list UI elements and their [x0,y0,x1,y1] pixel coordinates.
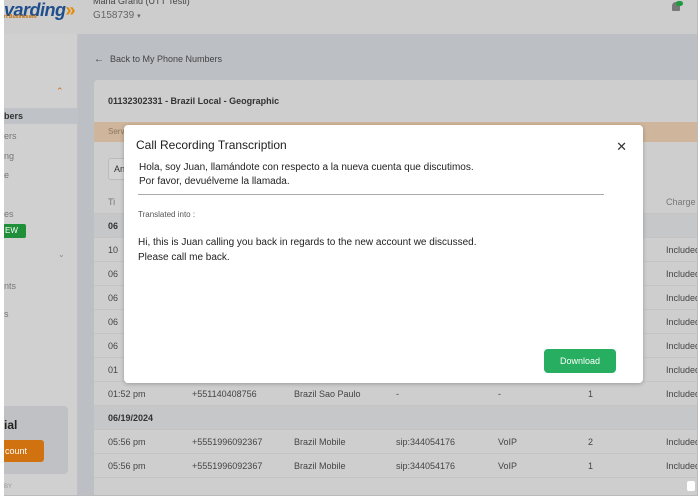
table-cell: 06 [108,293,119,303]
table-cell: VoIP [498,437,518,447]
table-cell: Included [666,461,698,471]
divider [138,194,604,195]
column-header: Ti [108,197,116,207]
back-link[interactable]: ← Back to My Phone Numbers [94,54,222,65]
table-cell: sip:344054176 [396,437,456,447]
sidebar: ⌃ bers ers ng e es EW ⌄ nts s ial count … [4,34,78,495]
table-cell: 01:52 pm [108,389,146,399]
table-cell: 05:56 pm [108,437,146,447]
translated-label: Translated into : [138,210,196,219]
number-title: 01132302331 - Brazil Local - Geographic [108,96,280,106]
column-header: Charge [666,197,696,207]
sidebar-item-numbers[interactable]: bers [4,108,78,124]
table-row[interactable]: 01:52 pm +551140408756 Brazil Sao Paulo - - 1… [94,382,698,406]
table-row[interactable]: 05:56 pm +5551996092367 Brazil Mobile sip:3… [94,454,698,478]
account-switcher[interactable]: G158739 ▾ [93,10,141,21]
scrollbar-thumb[interactable] [687,481,695,491]
table-cell: 06 [108,341,119,351]
table-cell: - [396,389,399,399]
notice-text: Serv [108,127,125,136]
chevron-down-icon[interactable]: ⌄ [58,250,65,259]
table-cell: Brazil Mobile [294,437,346,447]
table-cell: Included [666,317,698,327]
table-cell: Included [666,437,698,447]
table-cell: +5551996092367 [192,461,263,471]
table-cell: Brazil Sao Paulo [294,389,361,399]
powered-by: BY [4,484,13,490]
translated-transcript: Hi, this is Juan calling you back in reg… [138,235,477,265]
transcription-modal: Call Recording Transcription ✕ Hola, soy… [124,125,643,383]
back-link-label: Back to My Phone Numbers [110,54,223,64]
table-cell: Brazil Mobile [294,461,346,471]
table-cell: Included [666,293,698,303]
table-cell: 1 [588,461,594,471]
account-name: Maria Grand (UTT Testi) [93,0,190,6]
sidebar-item-5[interactable]: es [4,206,78,222]
date-group-row[interactable]: 06/19/2024 [94,406,697,430]
table-row[interactable]: 05:56 pm +5551996092367 Brazil Mobile sip:3… [94,430,698,454]
logo-chevrons-icon: » [65,0,76,20]
notifications-bell-icon[interactable] [672,1,683,12]
trial-title: ial [4,418,18,432]
notification-dot [676,1,683,6]
logo[interactable]: varding» [4,0,76,24]
logo-tagline: rt Businesses [4,14,37,20]
new-badge: EW [4,224,26,238]
sidebar-item-3[interactable]: ng [4,148,78,164]
table-cell: Included [666,341,698,351]
table-cell: Included [666,365,698,375]
table-cell: VoIP [498,461,518,471]
arrow-left-icon: ← [94,54,104,65]
table-cell: 06 [108,317,119,327]
account-id: G158739 [93,10,135,21]
top-bar: varding» rt Businesses Maria Grand (UTT … [4,0,697,34]
sidebar-item-7[interactable]: s [4,306,78,322]
table-cell: sip:344054176 [396,461,456,471]
table-cell: Included [666,245,698,255]
sidebar-item-4[interactable]: e [4,167,78,183]
table-cell: 06 [108,269,119,279]
original-line: Hola, soy Juan, llamándote con respecto … [139,162,474,173]
upgrade-account-button[interactable]: count [4,440,44,462]
trial-card: ial count [4,406,68,474]
table-cell: 2 [588,437,594,447]
original-transcript: Hola, soy Juan, llamándote con respecto … [139,161,474,189]
close-icon[interactable]: ✕ [616,140,627,153]
original-line: Por favor, devuélveme la llamada. [139,176,290,187]
table-cell: +551140408756 [192,389,257,399]
sidebar-item-6[interactable]: nts [4,278,78,294]
translated-line: Hi, this is Juan calling you back in reg… [138,237,477,248]
table-cell: 06/19/2024 [108,413,154,423]
table-cell: Included [666,389,698,399]
modal-title: Call Recording Transcription [136,138,287,152]
sidebar-item-2[interactable]: ers [4,128,78,144]
table-cell: +5551996092367 [192,437,263,447]
table-cell: 06 [108,221,119,231]
table-cell: Included [666,269,698,279]
translated-line: Please call me back. [138,252,230,263]
table-cell: - [498,389,501,399]
table-cell: 05:56 pm [108,461,146,471]
table-cell: 1 [588,389,594,399]
table-cell: 10 [108,245,119,255]
table-cell: 01 [108,365,119,375]
download-button[interactable]: Download [544,349,616,373]
chevron-down-icon: ▾ [137,13,141,20]
chevron-up-icon[interactable]: ⌃ [56,86,64,97]
